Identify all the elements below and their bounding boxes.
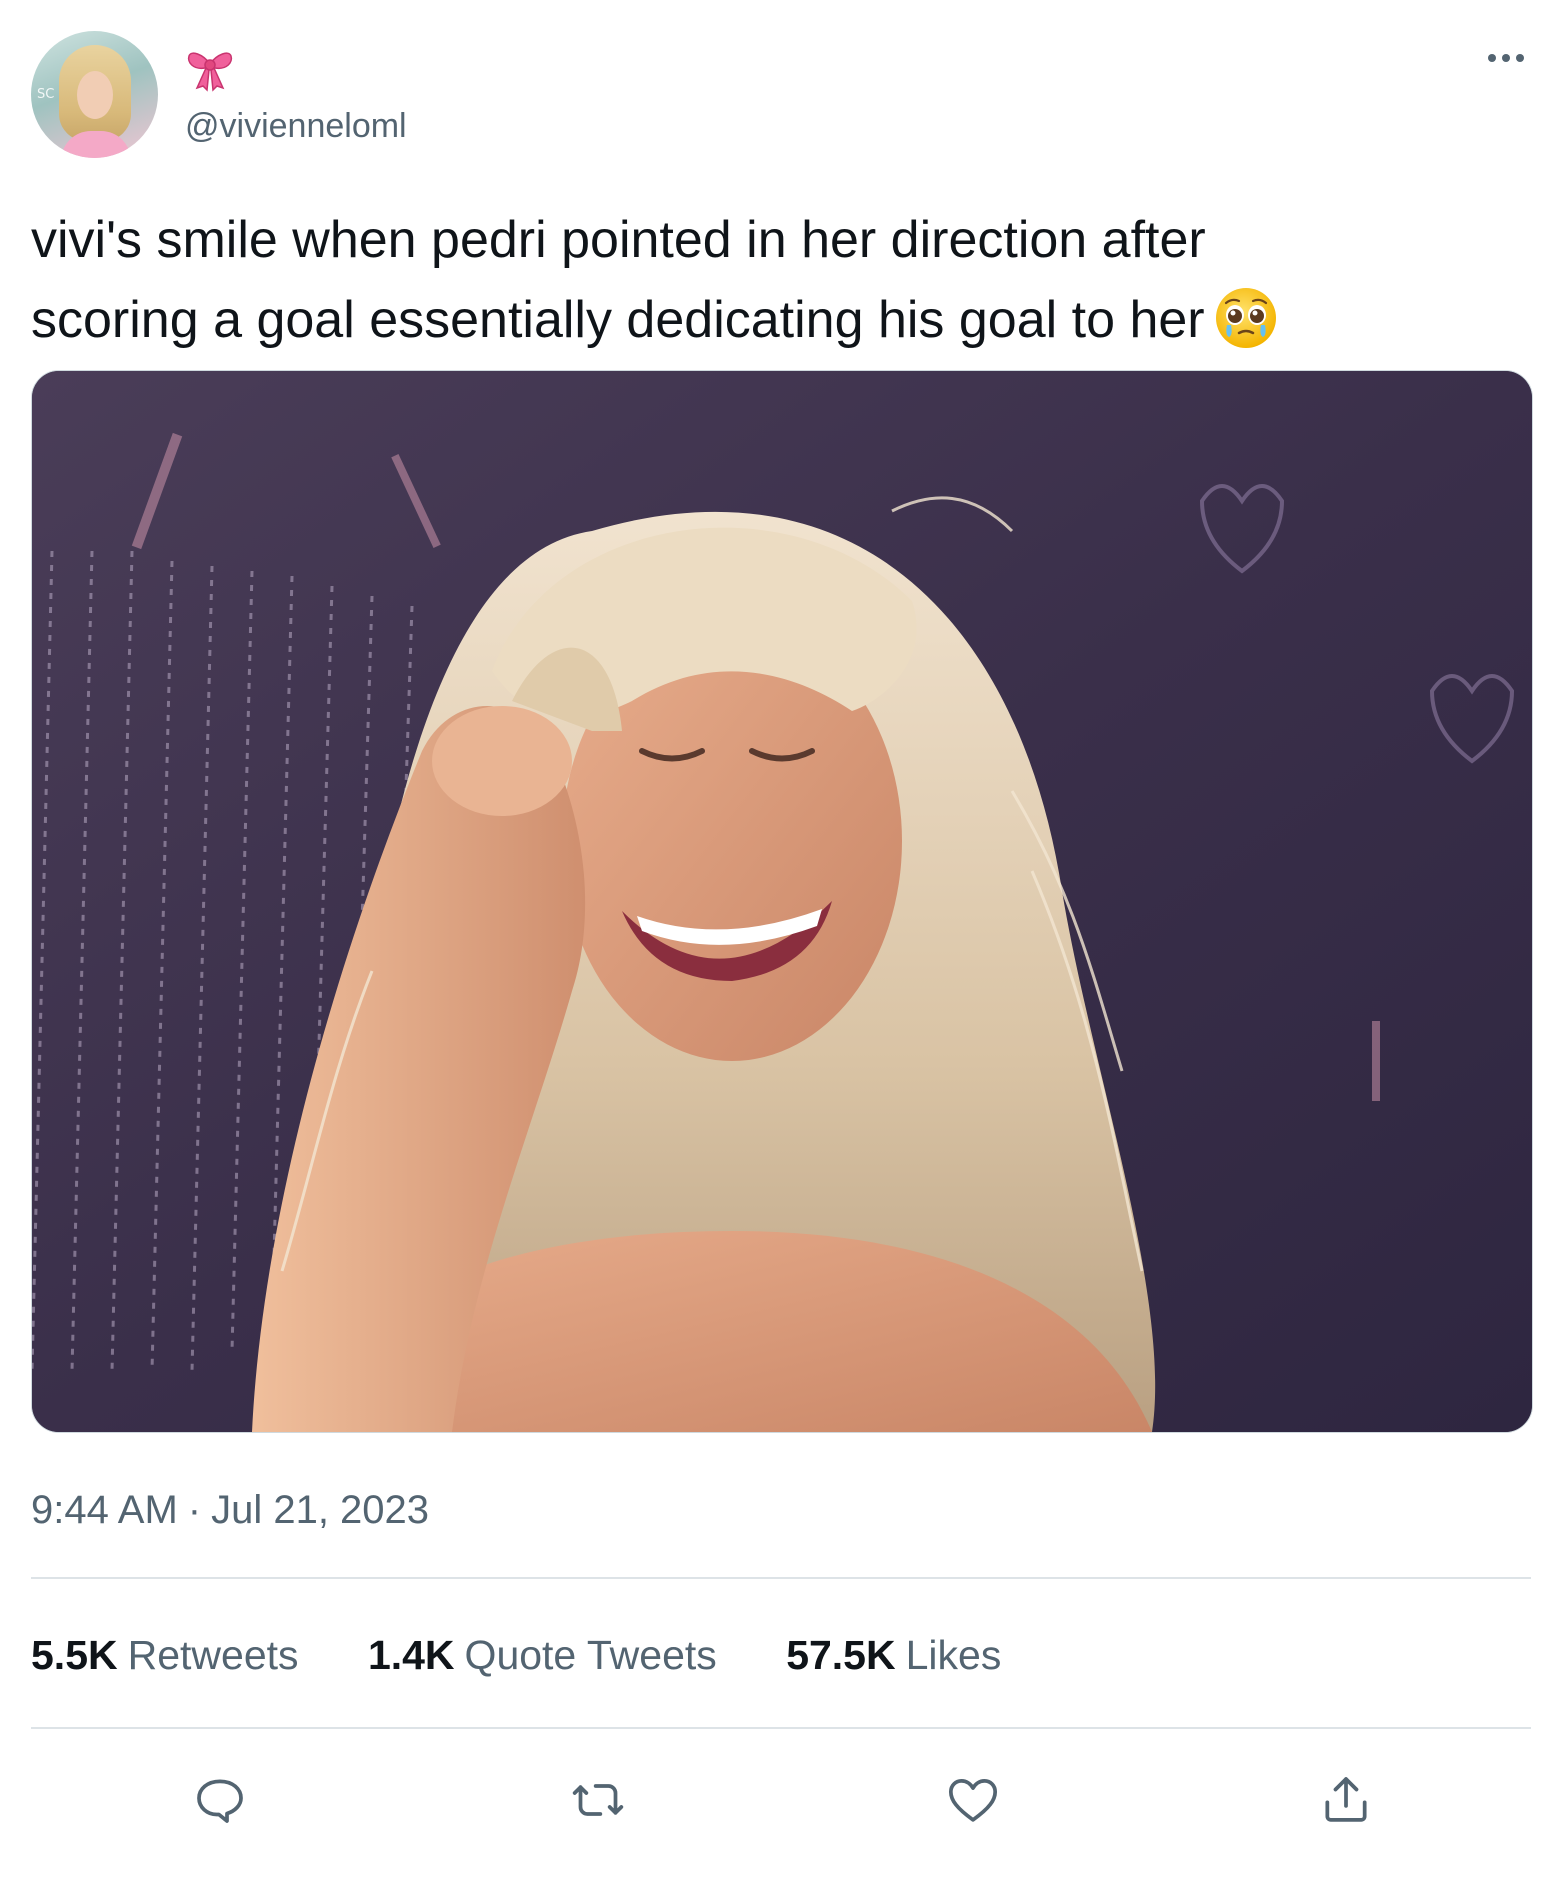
tweet-text-line-2: scoring a goal essentially dedicating hi… bbox=[31, 280, 1531, 360]
photo-illustration bbox=[32, 371, 1532, 1432]
engagement-stats: 5.5K Retweets 1.4K Quote Tweets 57.5K Likes bbox=[31, 1632, 1059, 1679]
tweet-text: vivi's smile when pedri pointed in her d… bbox=[31, 200, 1531, 360]
likes-count: 57.5K bbox=[786, 1632, 896, 1678]
ribbon-bow-icon bbox=[187, 52, 233, 92]
reply-button[interactable] bbox=[180, 1760, 260, 1840]
timestamp-separator: · bbox=[187, 1488, 202, 1532]
tweet-action-bar bbox=[0, 1760, 1567, 1840]
heart-icon bbox=[948, 1779, 998, 1822]
retweets-count: 5.5K bbox=[31, 1632, 118, 1678]
more-options-icon[interactable] bbox=[1478, 40, 1534, 76]
author-avatar[interactable]: SC bbox=[31, 31, 158, 158]
likes-label: Likes bbox=[905, 1632, 1002, 1678]
share-button[interactable] bbox=[1306, 1760, 1386, 1840]
tweet-text-line-2-content: scoring a goal essentially dedicating hi… bbox=[31, 291, 1205, 349]
display-name-bow-icon[interactable] bbox=[185, 46, 235, 92]
tweet-text-line-1: vivi's smile when pedri pointed in her d… bbox=[31, 211, 1206, 269]
avatar-badge: SC bbox=[37, 87, 55, 102]
retweets-label: Retweets bbox=[127, 1632, 299, 1678]
retweets-stat[interactable]: 5.5K Retweets bbox=[31, 1632, 299, 1679]
quote-tweets-label: Quote Tweets bbox=[464, 1632, 717, 1678]
dot bbox=[1488, 54, 1496, 62]
divider bbox=[31, 1577, 1531, 1579]
tweet-card: SC @vivienneloml vivi's smile when pedri… bbox=[0, 0, 1567, 1890]
tweet-timestamp[interactable]: 9:44 AM · Jul 21, 2023 bbox=[31, 1488, 429, 1533]
tweet-date: Jul 21, 2023 bbox=[211, 1488, 430, 1532]
quote-tweets-count: 1.4K bbox=[367, 1632, 455, 1678]
author-handle[interactable]: @vivienneloml bbox=[185, 107, 407, 146]
likes-stat[interactable]: 57.5K Likes bbox=[786, 1632, 1001, 1679]
dot bbox=[1516, 54, 1524, 62]
retweet-button[interactable] bbox=[558, 1760, 638, 1840]
reply-icon bbox=[197, 1779, 243, 1823]
dot bbox=[1502, 54, 1510, 62]
tweet-photo[interactable] bbox=[31, 370, 1533, 1433]
retweet-icon bbox=[572, 1784, 624, 1816]
like-button[interactable] bbox=[933, 1760, 1013, 1840]
quote-tweets-stat[interactable]: 1.4K Quote Tweets bbox=[368, 1632, 717, 1679]
share-icon bbox=[1325, 1777, 1367, 1822]
avatar-face bbox=[77, 71, 113, 119]
tweet-time: 9:44 AM bbox=[31, 1488, 178, 1532]
divider bbox=[31, 1727, 1531, 1729]
pleading-face-emoji-icon bbox=[1215, 288, 1276, 348]
